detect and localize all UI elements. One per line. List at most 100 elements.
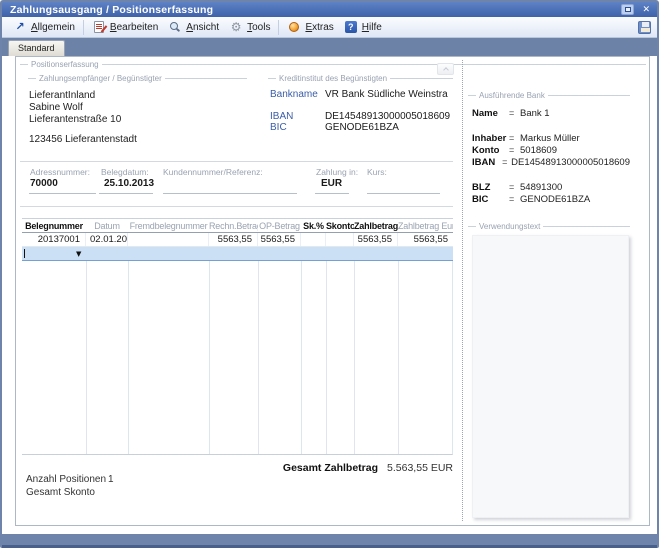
adressnummer-input[interactable] bbox=[29, 193, 96, 194]
column-header-fremdbelegnummer[interactable]: Fremdbelegnummer bbox=[128, 221, 209, 231]
zahlung-in-value: EUR bbox=[321, 178, 342, 189]
table-row-selected-empty[interactable]: ▼ bbox=[22, 247, 453, 261]
text-cursor bbox=[24, 249, 25, 258]
gesamt-skonto-label: Gesamt Skonto bbox=[26, 487, 108, 498]
executing-bank-details: Name = Bank 1 Inhaber = Markus Müller Ko… bbox=[472, 107, 630, 205]
menu-tools[interactable]: ⚙ Tools bbox=[224, 18, 275, 36]
belegdatum-input[interactable] bbox=[99, 193, 153, 194]
adressnummer-label: Adressnummer: bbox=[30, 167, 90, 177]
panel-divider bbox=[462, 60, 463, 521]
scroll-up-button[interactable] bbox=[437, 63, 454, 75]
table-row[interactable]: 20137001 02.01.2013 5563,55 5563,55 5563… bbox=[22, 233, 453, 247]
menu-hilfe[interactable]: ? Hilfe bbox=[339, 18, 387, 36]
bankname-value: VR Bank Südliche Weinstra bbox=[325, 89, 448, 100]
group-zahlungsempfaenger: Zahlungsempfänger / Begünstigter bbox=[28, 73, 247, 83]
menu-extras[interactable]: Extras bbox=[282, 18, 338, 36]
chevron-up-icon bbox=[443, 67, 449, 73]
equals-sign: = bbox=[509, 145, 520, 155]
column-header-zahlbetrag[interactable]: Zahlbetrag bbox=[354, 221, 398, 231]
save-button[interactable] bbox=[638, 21, 651, 34]
cell-rechn-betrag: 5563,55 bbox=[209, 233, 258, 246]
zahlung-in-label: Zahlung in: bbox=[316, 167, 358, 177]
cell-zahlbetrag-euro: 5563,55 bbox=[398, 233, 453, 246]
gesamt-zahlbetrag-row: Gesamt Zahlbetrag 5.563,55 EUR bbox=[256, 462, 453, 474]
column-header-datum[interactable]: Datum bbox=[86, 221, 128, 231]
equals-sign: = bbox=[502, 157, 511, 167]
group-title: Zahlungsempfänger / Begünstigter bbox=[36, 74, 165, 83]
arrow-up-right-icon: ↗ bbox=[13, 20, 27, 34]
kundennummer-input[interactable] bbox=[163, 193, 297, 194]
column-header-op-betrag[interactable]: OP-Betrag bbox=[258, 221, 301, 231]
menu-separator bbox=[278, 20, 279, 35]
cell-skonto bbox=[326, 233, 354, 246]
window-bottom-frame bbox=[2, 534, 657, 548]
bank-inhaber-row: Inhaber = Markus Müller bbox=[472, 132, 630, 144]
payee-name: LieferantInland bbox=[29, 90, 95, 101]
restore-icon bbox=[625, 7, 631, 12]
gem-icon bbox=[287, 20, 301, 34]
edit-icon bbox=[92, 20, 106, 34]
usage-textarea[interactable] bbox=[472, 235, 629, 518]
group-ausfuehrende-bank: Ausführende Bank bbox=[468, 90, 630, 100]
dropdown-arrow-icon[interactable]: ▼ bbox=[76, 250, 81, 258]
payee-street: Lieferantenstraße 10 bbox=[29, 114, 121, 125]
menu-separator bbox=[83, 20, 84, 35]
bic-label: BIC bbox=[270, 122, 287, 133]
column-header-rechn-betrag[interactable]: Rechn.Betrag bbox=[209, 221, 258, 231]
tab-band: Standard bbox=[2, 38, 657, 56]
group-positionserfassung: Positionserfassung bbox=[20, 59, 646, 69]
cell-fremdbelegnummer bbox=[128, 233, 209, 246]
table-empty-grid[interactable] bbox=[22, 261, 453, 455]
equals-sign: = bbox=[509, 194, 520, 204]
column-header-skonto[interactable]: Skonto bbox=[326, 221, 354, 231]
kundennummer-label: Kundennummer/Referenz: bbox=[163, 167, 263, 177]
menu-allgemein[interactable]: ↗ Allgemein bbox=[8, 18, 80, 36]
bankname-label: Bankname bbox=[270, 89, 318, 100]
gear-icon: ⚙ bbox=[229, 20, 243, 34]
group-kreditinstitut: Kreditinstitut des Begünstigten bbox=[268, 73, 453, 83]
column-header-zahlbetrag-euro[interactable]: Zahlbetrag Euro bbox=[398, 221, 453, 231]
anzahl-positionen-value: 1 bbox=[108, 474, 114, 485]
group-title: Positionserfassung bbox=[28, 60, 102, 69]
positions-table: Belegnummer Datum Fremdbelegnummer Rechn… bbox=[22, 218, 453, 261]
bank-blz-row: BLZ = 54891300 bbox=[472, 181, 630, 193]
tab-standard[interactable]: Standard bbox=[8, 40, 65, 56]
restore-window-button[interactable] bbox=[621, 4, 634, 15]
gesamt-skonto-row: Gesamt Skonto bbox=[26, 487, 108, 498]
cell-sk-prozent bbox=[301, 233, 326, 246]
application-window: Zahlungsausgang / Positionserfassung ✕ ↗… bbox=[0, 0, 659, 548]
kurs-label: Kurs: bbox=[367, 167, 387, 177]
bank-iban-row: IBAN = DE14548913000005018609 bbox=[472, 156, 630, 168]
gesamt-zahlbetrag-label: Gesamt Zahlbetrag bbox=[283, 462, 378, 474]
group-verwendungstext: Verwendungstext bbox=[468, 221, 630, 231]
group-title: Ausführende Bank bbox=[476, 91, 548, 100]
equals-sign: = bbox=[509, 182, 520, 192]
belegdatum-value: 25.10.2013 bbox=[104, 178, 154, 189]
payee-city: 123456 Lieferantenstadt bbox=[29, 134, 137, 145]
help-icon: ? bbox=[344, 20, 358, 34]
cell-op-betrag: 5563,55 bbox=[258, 233, 301, 246]
magnifier-icon bbox=[168, 20, 182, 34]
window-title: Zahlungsausgang / Positionserfassung bbox=[10, 4, 621, 16]
group-title: Verwendungstext bbox=[476, 222, 543, 231]
payee-contact: Sabine Wolf bbox=[29, 102, 83, 113]
bank-bic-row: BIC = GENODE61BZA bbox=[472, 193, 630, 205]
separator-line bbox=[20, 161, 453, 162]
positionserfassung-panel: Positionserfassung Zahlungsempfänger / B… bbox=[15, 56, 650, 526]
tab-page-area: Positionserfassung Zahlungsempfänger / B… bbox=[2, 56, 657, 534]
column-header-sk-prozent[interactable]: Sk.% bbox=[301, 221, 326, 231]
bank-konto-row: Konto = 5018609 bbox=[472, 144, 630, 156]
close-button[interactable]: ✕ bbox=[640, 4, 652, 15]
cell-datum: 02.01.2013 bbox=[86, 233, 128, 246]
separator-line bbox=[20, 206, 453, 207]
column-header-belegnummer[interactable]: Belegnummer bbox=[22, 221, 86, 231]
zahlung-in-input[interactable] bbox=[315, 193, 349, 194]
bic-value: GENODE61BZA bbox=[325, 122, 399, 133]
group-title: Kreditinstitut des Begünstigten bbox=[276, 74, 390, 83]
anzahl-positionen-row: Anzahl Positionen 1 bbox=[26, 474, 114, 485]
menu-bearbeiten[interactable]: Bearbeiten bbox=[87, 18, 163, 36]
menu-ansicht[interactable]: Ansicht bbox=[163, 18, 224, 36]
cell-zahlbetrag: 5563,55 bbox=[354, 233, 398, 246]
menubar: ↗ Allgemein Bearbeiten Ansicht ⚙ Tools E… bbox=[2, 17, 657, 38]
kurs-input[interactable] bbox=[367, 193, 440, 194]
